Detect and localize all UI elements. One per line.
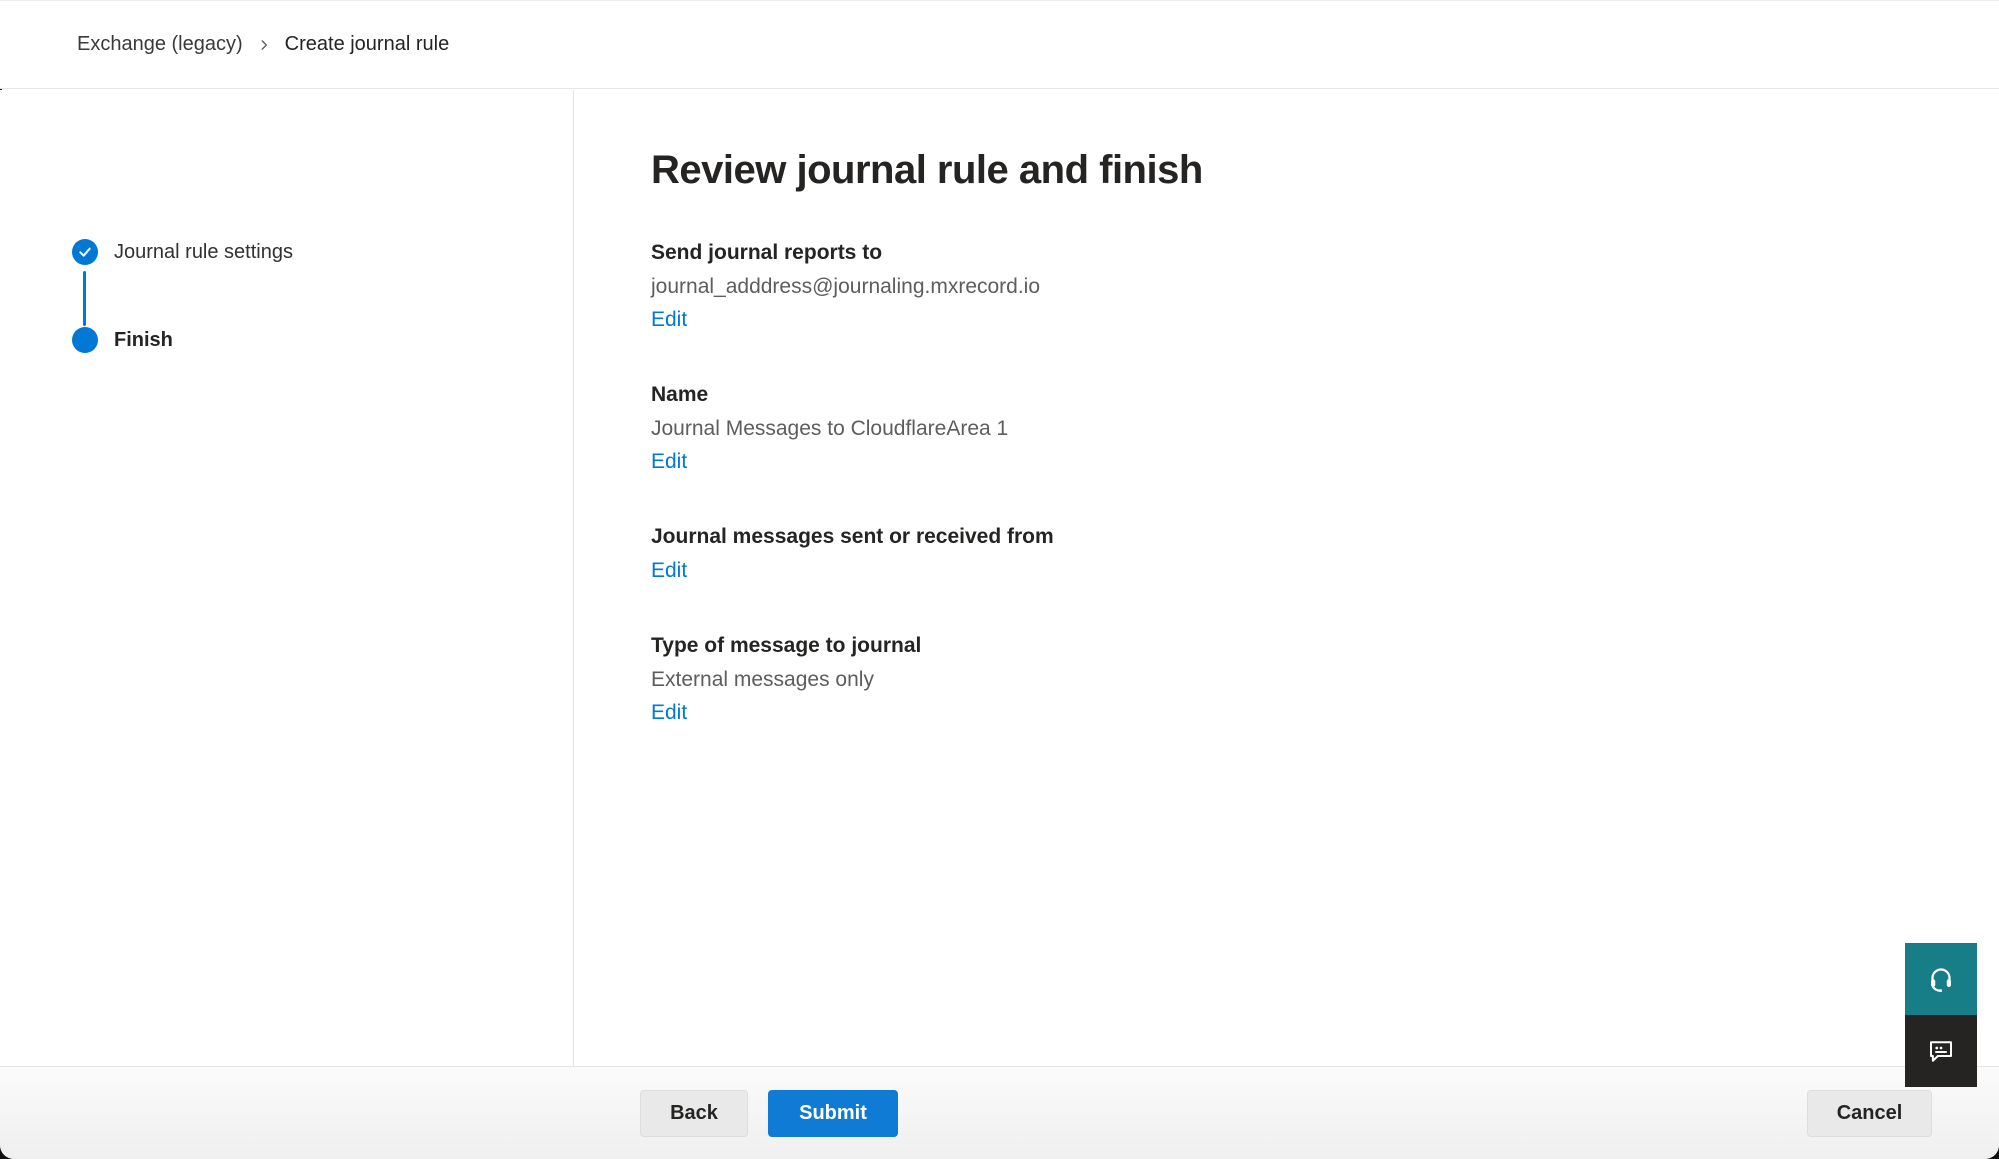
review-panel: Review journal rule and finish Send jour… [575,90,1999,1066]
field-value: journal_adddress@journaling.mxrecord.io [651,273,1939,301]
field-name: Name Journal Messages to CloudflareArea … [651,381,1939,476]
field-value: External messages only [651,666,1939,694]
field-send-journal-reports-to: Send journal reports to journal_adddress… [651,239,1939,334]
chat-icon [1926,1036,1956,1066]
wizard-step-label: Journal rule settings [114,241,293,264]
top-bar: Exchange (legacy) Create journal rule [0,0,1999,89]
feedback-button[interactable] [1905,1015,1977,1087]
field-journal-messages-sent-or-received: Journal messages sent or received from E… [651,523,1939,585]
edit-name-link[interactable]: Edit [651,448,687,476]
field-label: Journal messages sent or received from [651,523,1939,551]
submit-button[interactable]: Submit [768,1090,898,1137]
help-button[interactable] [1905,943,1977,1015]
check-icon [72,239,98,265]
wizard-step-finish[interactable]: Finish [72,327,173,353]
create-journal-rule-wizard: Exchange (legacy) Create journal rule Jo… [0,0,1999,1159]
wizard-step-connector [83,271,86,326]
filled-dot-icon [72,327,98,353]
breadcrumb-exchange-legacy[interactable]: Exchange (legacy) [77,33,243,56]
edit-journal-messages-link[interactable]: Edit [651,557,687,585]
back-button[interactable]: Back [640,1090,748,1137]
headset-icon [1926,964,1956,994]
field-label: Type of message to journal [651,632,1939,660]
cancel-button[interactable]: Cancel [1807,1090,1932,1137]
edit-send-journal-reports-link[interactable]: Edit [651,306,687,334]
wizard-step-label: Finish [114,329,173,352]
field-value: Journal Messages to CloudflareArea 1 [651,415,1939,443]
breadcrumb: Exchange (legacy) Create journal rule [77,33,449,56]
footer-action-bar: Back Submit Cancel [0,1066,1999,1159]
field-type-of-message: Type of message to journal External mess… [651,632,1939,727]
chevron-right-icon [257,38,271,52]
wizard-steps-sidebar: Journal rule settings Finish [0,90,574,1066]
wizard-step-journal-rule-settings[interactable]: Journal rule settings [72,239,293,265]
field-label: Name [651,381,1939,409]
page-title: Review journal rule and finish [651,148,1939,193]
edit-type-of-message-link[interactable]: Edit [651,699,687,727]
field-label: Send journal reports to [651,239,1939,267]
breadcrumb-create-journal-rule: Create journal rule [285,33,450,56]
